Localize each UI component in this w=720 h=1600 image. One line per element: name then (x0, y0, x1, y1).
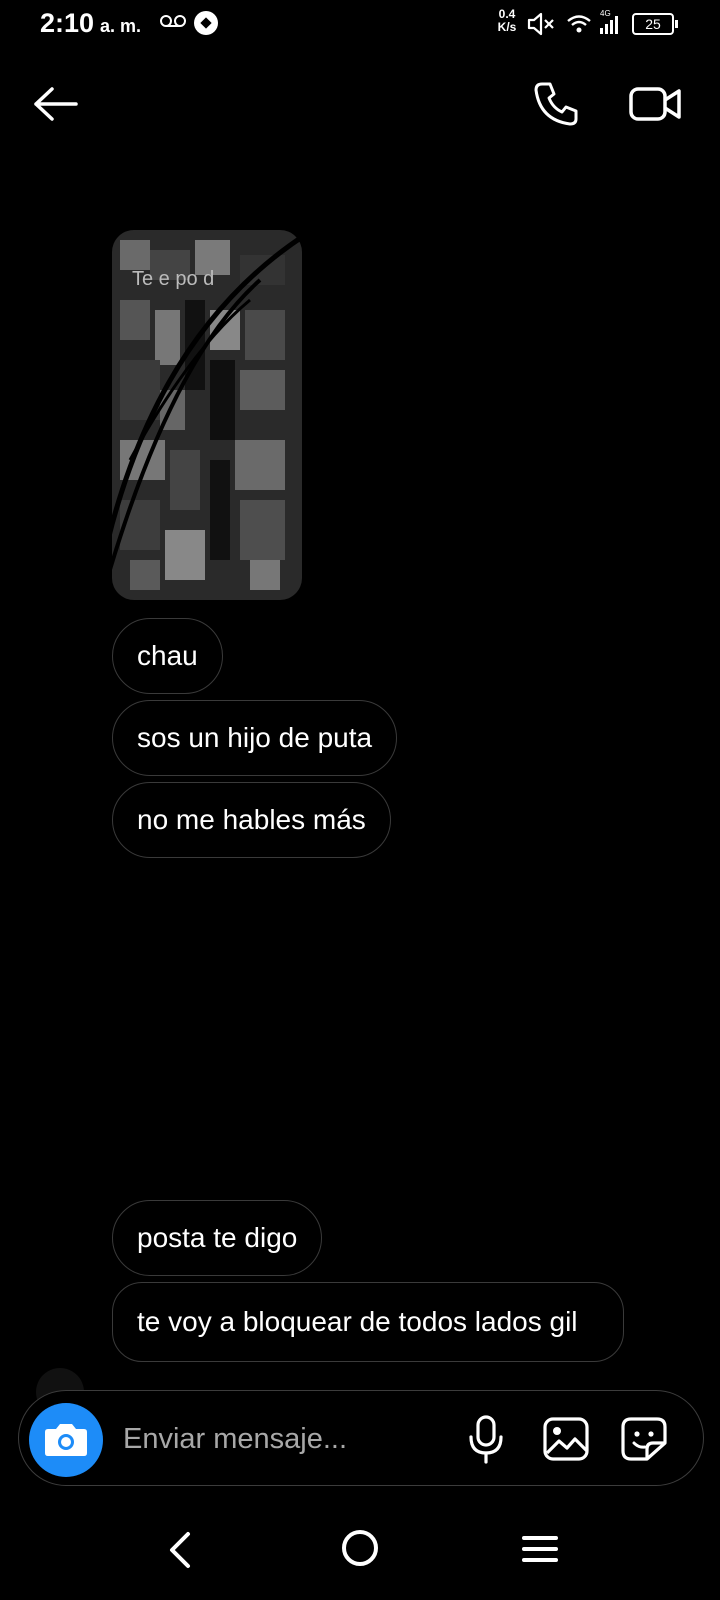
video-call-button[interactable] (628, 80, 684, 128)
message-bubble[interactable]: posta te digo (112, 1200, 323, 1276)
gallery-button[interactable] (541, 1415, 591, 1463)
message-input[interactable] (123, 1419, 443, 1459)
message-bubble[interactable]: chau (112, 618, 223, 694)
status-ampm: a. m. (100, 16, 142, 36)
nav-home-button[interactable] (342, 1530, 378, 1566)
network-type-label: 4G (600, 9, 611, 18)
network-speed: 0.4 K/s (494, 8, 520, 34)
network-speed-unit: K/s (497, 20, 517, 34)
call-button[interactable] (532, 80, 580, 128)
camera-icon (45, 1424, 87, 1456)
message-bubble[interactable]: te voy a bloquear de todos lados gil (112, 1282, 624, 1362)
shared-photo[interactable] (100, 160, 312, 610)
shared-photo-caption: Te e po d (132, 268, 215, 290)
message-composer (18, 1390, 704, 1486)
soccer-ball-icon (194, 11, 218, 35)
status-time: 2:10 (40, 8, 95, 38)
sticker-button[interactable] (619, 1415, 669, 1463)
nav-back-button[interactable] (162, 1530, 198, 1570)
back-button[interactable] (32, 84, 80, 124)
wifi-icon (567, 15, 591, 33)
mute-icon (527, 12, 554, 36)
status-bar: 2:10 a. m. 0.4 K/s 4G 25 (0, 0, 720, 48)
message-bubble[interactable]: no me hables más (112, 782, 391, 858)
camera-button[interactable] (29, 1403, 103, 1477)
battery-icon: 25 (632, 13, 678, 35)
voicemail-icon (160, 15, 186, 27)
microphone-button[interactable] (461, 1413, 511, 1465)
nav-recent-apps-button[interactable] (520, 1534, 560, 1564)
signal-icon: 4G (600, 9, 618, 34)
message-bubble[interactable]: sos un hijo de puta (112, 700, 398, 776)
